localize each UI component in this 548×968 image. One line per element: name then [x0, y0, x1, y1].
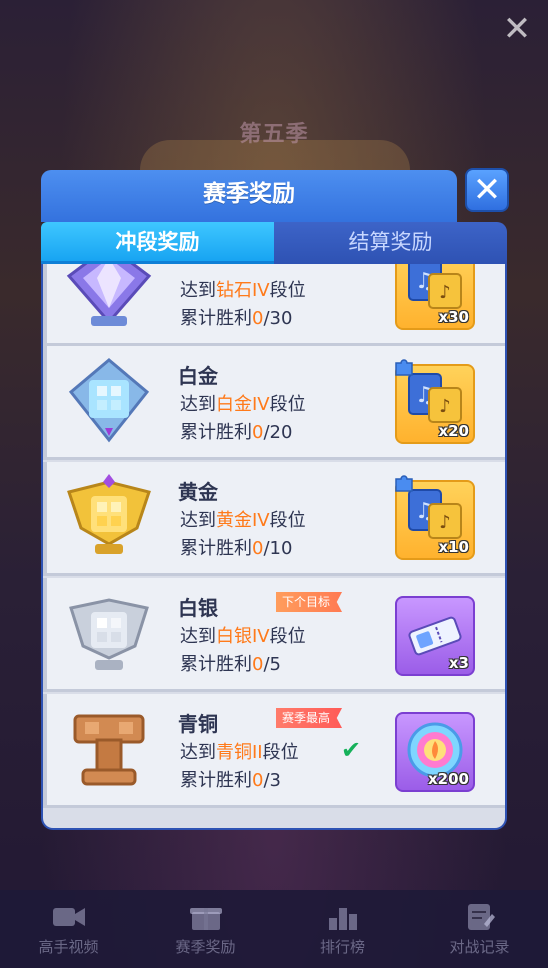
nav-label: 排行榜 — [319, 937, 365, 956]
nav-item-leaderboard[interactable]: 排行榜 — [283, 902, 403, 957]
music-card-reward[interactable]: ♫ ♪ x30 — [395, 264, 475, 330]
reward-row-gold: 黄金 达到黄金IV段位 累计胜利0/10 ♫ ♪ x10 — [43, 462, 505, 576]
rank-requirement: 达到黄金IV段位 — [180, 510, 306, 531]
reward-count: x10 — [438, 538, 469, 556]
nav-item-season-rewards[interactable]: 赛季奖励 — [146, 902, 266, 957]
diamond-rank-badge — [66, 264, 152, 326]
modal-title: 赛季奖励 — [41, 170, 457, 222]
nav-item-match-records[interactable]: 对战记录 — [420, 902, 540, 957]
reward-list[interactable]: 达到钻石IV段位 累计胜利0/30 ♫ ♪ x30 白金 达到白金IV段位 累计… — [41, 264, 507, 830]
tier-name: 白金 — [178, 364, 218, 388]
tier-name: 白银 — [178, 596, 218, 620]
puzzle-piece-icon — [395, 475, 413, 492]
orb-reward[interactable]: x200 — [395, 712, 475, 792]
win-progress: 累计胜利0/30 — [180, 308, 293, 329]
svg-text:♪: ♪ — [439, 282, 451, 303]
reward-count: x20 — [438, 422, 469, 440]
leaderboard-icon — [328, 907, 357, 930]
reward-row-bronze: 青铜 赛季最高 达到青铜II段位 ✔ 累计胜利0/3 x200 — [43, 694, 505, 808]
tab-settlement-rewards[interactable]: 结算奖励 — [274, 222, 507, 264]
win-progress: 累计胜利0/20 — [180, 422, 293, 443]
tier-name: 青铜 — [178, 712, 218, 736]
season-reward-modal: 赛季奖励 ✕ 冲段奖励 结算奖励 达到钻石IV段位 累计胜利0/30 ♫ ♪ x… — [41, 168, 509, 830]
music-card-reward[interactable]: ♫ ♪ x20 — [395, 359, 475, 444]
reward-row-silver: 白银 下个目标 达到白银IV段位 累计胜利0/5 x3 — [43, 578, 505, 692]
record-icon — [467, 903, 495, 930]
gift-icon — [189, 907, 222, 930]
tier-name: 黄金 — [178, 480, 218, 504]
close-screen-icon[interactable]: ✕ — [500, 12, 534, 46]
rank-requirement: 达到青铜II段位 — [180, 742, 299, 763]
reward-row-diamond: 达到钻石IV段位 累计胜利0/30 ♫ ♪ x30 — [43, 264, 505, 346]
video-icon — [52, 907, 85, 926]
silver-rank-badge — [69, 598, 149, 670]
reward-row-platinum: 白金 达到白金IV段位 累计胜利0/20 ♫ ♪ x20 — [43, 346, 505, 460]
bottom-navigation: 高手视频 赛季奖励 排行榜 对战记录 — [0, 890, 548, 968]
next-target-tag: 下个目标 — [276, 592, 343, 612]
season-best-tag: 赛季最高 — [276, 708, 343, 728]
nav-label: 高手视频 — [38, 937, 99, 956]
reward-count: x3 — [448, 654, 469, 672]
svg-text:♪: ♪ — [439, 396, 451, 417]
rank-requirement: 达到钻石IV段位 — [180, 280, 306, 301]
bronze-rank-badge — [73, 714, 145, 786]
nav-label: 对战记录 — [449, 937, 510, 956]
completed-check-icon: ✔ — [341, 736, 362, 764]
platinum-rank-badge — [68, 358, 150, 443]
nav-label: 赛季奖励 — [175, 937, 236, 956]
nav-item-pro-videos[interactable]: 高手视频 — [9, 902, 129, 957]
ticket-reward[interactable]: x3 — [395, 596, 475, 676]
win-progress: 累计胜利0/10 — [180, 538, 293, 559]
season-title: 第五季 — [239, 122, 309, 147]
rank-requirement: 达到白金IV段位 — [180, 394, 306, 415]
win-progress: 累计胜利0/3 — [180, 770, 281, 791]
modal-close-button[interactable]: ✕ — [465, 168, 509, 212]
reward-count: x200 — [428, 770, 469, 788]
tab-rank-rewards[interactable]: 冲段奖励 — [41, 222, 274, 264]
reward-tabs: 冲段奖励 结算奖励 — [41, 222, 507, 264]
win-progress: 累计胜利0/5 — [180, 654, 281, 675]
svg-text:♪: ♪ — [439, 512, 451, 533]
music-card-reward[interactable]: ♫ ♪ x10 — [395, 475, 475, 560]
puzzle-piece-icon — [395, 359, 413, 376]
rank-requirement: 达到白银IV段位 — [180, 626, 306, 647]
gold-rank-badge — [67, 474, 151, 554]
reward-count: x30 — [438, 308, 469, 326]
